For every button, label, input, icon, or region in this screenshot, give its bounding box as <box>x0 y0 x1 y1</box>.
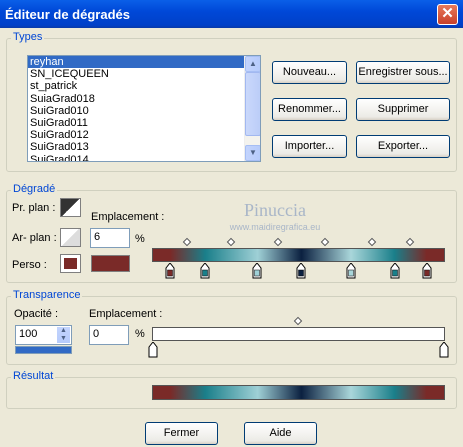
custom-color-preview[interactable] <box>91 255 130 272</box>
save-as-button[interactable]: Enregistrer sous... <box>356 61 450 84</box>
list-item[interactable]: SuiaGrad018 <box>28 93 260 105</box>
color-stop-icon[interactable] <box>252 263 262 279</box>
list-item[interactable]: SuiGrad013 <box>28 141 260 153</box>
transparency-bar[interactable] <box>152 327 445 341</box>
transparency-stop-left-icon[interactable] <box>148 342 158 358</box>
opacity-label: Opacité : <box>14 308 59 320</box>
result-preview <box>152 385 445 400</box>
opacity-value: 100 <box>19 328 38 340</box>
gradient-percent-label: % <box>135 233 145 245</box>
close-button[interactable]: Fermer <box>145 422 218 445</box>
watermark-name: Pinuccia <box>244 200 306 220</box>
background-label: Ar- plan : <box>12 232 57 244</box>
color-stop-icon[interactable] <box>390 263 400 279</box>
transparency-location-label: Emplacement : <box>89 308 163 320</box>
help-button[interactable]: Aide <box>244 422 317 445</box>
list-item[interactable]: SuiGrad012 <box>28 129 260 141</box>
list-item[interactable]: SuiGrad011 <box>28 117 260 129</box>
result-group-label: Résultat <box>11 370 56 382</box>
gradient-bar[interactable] <box>152 248 445 262</box>
foreground-swatch[interactable] <box>60 198 81 217</box>
transparency-stop-right-icon[interactable] <box>439 342 449 358</box>
opacity-slider[interactable] <box>15 346 72 354</box>
watermark-url: www.maidiregrafica.eu <box>229 222 321 232</box>
gradient-location-input[interactable]: 6 <box>90 228 130 248</box>
types-group-label: Types <box>11 31 45 43</box>
title-bar: Éditeur de dégradés ✕ <box>0 0 463 28</box>
gradient-list[interactable]: reyhan SN_ICEQUEEN st_patrick SuiaGrad018 Su… <box>27 55 261 162</box>
list-item[interactable]: SuiGrad010 <box>28 105 260 117</box>
export-button[interactable]: Exporter... <box>356 135 450 158</box>
color-stop-icon[interactable] <box>422 263 432 279</box>
list-item[interactable]: st_patrick <box>28 80 260 92</box>
window-title: Éditeur de dégradés <box>5 6 130 22</box>
delete-button[interactable]: Supprimer <box>356 98 450 121</box>
list-scrollbar[interactable]: ▲ ▼ <box>244 56 260 161</box>
foreground-label: Pr. plan : <box>12 202 56 214</box>
list-item[interactable]: reyhan <box>28 56 260 69</box>
color-stop-icon[interactable] <box>165 263 175 279</box>
color-stop-icon[interactable] <box>296 263 306 279</box>
list-item[interactable]: SuiGrad014 <box>28 154 260 162</box>
rename-button[interactable]: Renommer... <box>272 98 347 121</box>
transparency-group-label: Transparence <box>11 289 83 301</box>
transparency-percent-label: % <box>135 328 145 340</box>
opacity-spinner-icon[interactable]: ▲ ▼ <box>57 327 70 343</box>
transparency-location-input[interactable]: 0 <box>89 325 129 345</box>
gradient-group-label: Dégradé <box>11 183 58 195</box>
scroll-up-icon[interactable]: ▲ <box>245 56 260 72</box>
scroll-down-icon[interactable]: ▼ <box>245 145 260 161</box>
list-item[interactable]: SN_ICEQUEEN <box>28 68 260 80</box>
color-stop-icon[interactable] <box>200 263 210 279</box>
color-stop-icon[interactable] <box>346 263 356 279</box>
gradient-location-label: Emplacement : <box>91 211 165 223</box>
background-swatch[interactable] <box>60 228 81 247</box>
scroll-thumb[interactable] <box>245 72 260 136</box>
close-window-button[interactable]: ✕ <box>437 4 458 25</box>
import-button[interactable]: Importer... <box>272 135 347 158</box>
custom-label: Perso : <box>12 259 47 271</box>
opacity-input[interactable]: 100 ▲ ▼ <box>15 325 72 345</box>
new-button[interactable]: Nouveau... <box>272 61 347 84</box>
custom-swatch[interactable] <box>60 254 81 273</box>
